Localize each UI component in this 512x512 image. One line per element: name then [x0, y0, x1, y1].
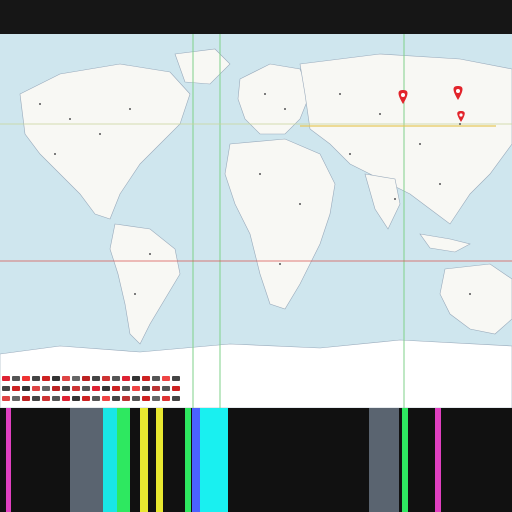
color-stripe [369, 408, 399, 512]
legend-swatch [92, 376, 100, 381]
legend-swatch [42, 376, 50, 381]
color-stripe [6, 408, 11, 512]
legend-swatch [152, 386, 160, 391]
legend-swatch [172, 396, 180, 401]
legend [2, 374, 242, 408]
world-map[interactable] [0, 34, 512, 408]
color-stripe [156, 408, 163, 512]
color-stripe [402, 408, 408, 512]
legend-swatch [122, 396, 130, 401]
legend-swatch [82, 396, 90, 401]
legend-swatch [112, 386, 120, 391]
legend-swatch [72, 386, 80, 391]
legend-swatch [62, 386, 70, 391]
legend-swatch [2, 386, 10, 391]
legend-swatch [52, 376, 60, 381]
color-stripe [185, 408, 191, 512]
legend-swatch [102, 396, 110, 401]
legend-swatch [102, 386, 110, 391]
legend-swatch [2, 396, 10, 401]
legend-swatch [42, 386, 50, 391]
legend-swatch [12, 386, 20, 391]
legend-swatch [142, 396, 150, 401]
legend-swatch [22, 396, 30, 401]
legend-swatch [112, 396, 120, 401]
legend-swatch [122, 386, 130, 391]
color-stripe [200, 408, 228, 512]
legend-swatch [92, 386, 100, 391]
legend-row [2, 376, 180, 381]
color-stripe [140, 408, 148, 512]
legend-swatch [2, 376, 10, 381]
legend-swatch [52, 396, 60, 401]
legend-swatch [62, 376, 70, 381]
color-stripe [70, 408, 103, 512]
legend-row [2, 396, 180, 401]
legend-swatch [102, 376, 110, 381]
legend-swatch [22, 376, 30, 381]
legend-swatch [162, 376, 170, 381]
legend-swatch [142, 386, 150, 391]
top-bar [0, 0, 512, 34]
legend-swatch [42, 396, 50, 401]
legend-swatch [152, 376, 160, 381]
legend-swatch [22, 386, 30, 391]
legend-swatch [12, 376, 20, 381]
color-stripe [192, 408, 200, 512]
legend-swatch [32, 396, 40, 401]
legend-swatch [112, 376, 120, 381]
legend-swatch [32, 376, 40, 381]
color-stripe [103, 408, 117, 512]
legend-swatch [152, 396, 160, 401]
map-canvas [0, 34, 512, 408]
legend-swatch [162, 396, 170, 401]
legend-swatch [52, 386, 60, 391]
legend-swatch [162, 386, 170, 391]
legend-swatch [142, 376, 150, 381]
legend-swatch [82, 376, 90, 381]
color-stripe [435, 408, 441, 512]
color-bar-band [0, 408, 512, 512]
legend-swatch [172, 376, 180, 381]
legend-swatch [12, 396, 20, 401]
legend-swatch [72, 396, 80, 401]
color-stripe [117, 408, 130, 512]
legend-swatch [72, 376, 80, 381]
legend-swatch [82, 386, 90, 391]
legend-swatch [172, 386, 180, 391]
legend-row [2, 386, 180, 391]
legend-swatch [132, 376, 140, 381]
legend-swatch [122, 376, 130, 381]
legend-swatch [132, 386, 140, 391]
legend-swatch [92, 396, 100, 401]
legend-swatch [62, 396, 70, 401]
legend-swatch [32, 386, 40, 391]
legend-swatch [132, 396, 140, 401]
